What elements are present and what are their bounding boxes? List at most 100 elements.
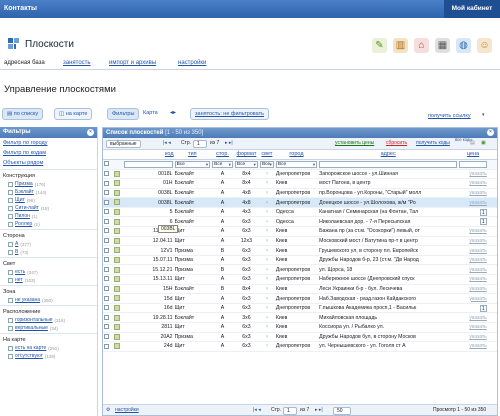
- reset-link[interactable]: сбросить: [386, 140, 407, 146]
- swap-arrows-icon[interactable]: ◂▸: [170, 109, 176, 116]
- row-checkbox[interactable]: [104, 343, 109, 349]
- row-code[interactable]: 5: [123, 207, 174, 218]
- occupancy-filter[interactable]: занятость: не фильтровать: [190, 108, 269, 120]
- table-row[interactable]: 15.13.11 Щит A 6x3 ♀ Днепропетров Набережное ш…: [103, 274, 497, 285]
- filter-option[interactable]: Пилон (1): [0, 212, 97, 220]
- row-checkbox[interactable]: [104, 199, 109, 205]
- calculator-icon[interactable]: ▦: [435, 38, 450, 53]
- table-row[interactable]: 15d Щит A 6x3 ♀ Днепропетров Наб.Заводская - р…: [103, 293, 497, 304]
- my-cabinet-button[interactable]: Мой кабинет: [444, 0, 500, 18]
- row-price-link[interactable]: указать: [469, 257, 486, 263]
- col-address[interactable]: адрес: [318, 150, 459, 160]
- row-code[interactable]: 01Н: [123, 178, 174, 189]
- checklist-icon[interactable]: ✎: [372, 38, 387, 53]
- filter-by-city-link[interactable]: Фильтр по городу: [0, 138, 97, 148]
- city-filter-select[interactable]: Все: [275, 160, 318, 168]
- contacts-tab[interactable]: Контакты: [4, 5, 37, 12]
- export-icon[interactable]: ▣: [481, 140, 486, 146]
- row-price-link[interactable]: указать: [469, 334, 486, 340]
- filter-option[interactable]: А (277): [0, 240, 97, 248]
- row-price[interactable]: 1: [479, 208, 487, 216]
- row-checkbox[interactable]: [104, 228, 109, 234]
- table-row[interactable]: 24d Щит A 6x3 ♀ Днепропетров ул. Чернышевского…: [103, 341, 497, 352]
- page-input[interactable]: 1: [193, 140, 207, 148]
- checkbox[interactable]: [8, 249, 13, 255]
- filter-option[interactable]: вертикальные (34): [0, 324, 97, 332]
- row-price-link[interactable]: указать: [469, 286, 486, 292]
- filter-option[interactable]: Бэклайт (144): [0, 188, 97, 196]
- home-icon[interactable]: ⌂: [414, 38, 429, 53]
- table-row[interactable]: 12.04.11 Щит A 12x3 ♀ Киев Московский мост / В…: [103, 236, 497, 247]
- row-code[interactable]: 0038L: [123, 197, 174, 208]
- first-page-icon[interactable]: |◂ ◂: [163, 140, 171, 146]
- row-checkbox[interactable]: [104, 266, 109, 272]
- nav-occupancy[interactable]: занятость: [63, 60, 91, 66]
- table-row[interactable]: 15Н Бэклайт B 8x4 ♀ Киев Леси Украинки б-р - б…: [103, 284, 497, 295]
- light-filter-select[interactable]: Все: [259, 160, 274, 168]
- row-price-link[interactable]: указать: [469, 238, 486, 244]
- checkbox[interactable]: [8, 345, 13, 351]
- row-price-link[interactable]: указать: [469, 171, 486, 177]
- col-light[interactable]: свет: [258, 150, 275, 160]
- close-list-icon[interactable]: ×: [487, 129, 494, 136]
- checkbox[interactable]: [8, 189, 13, 195]
- filter-option[interactable]: не указана (350): [0, 296, 97, 304]
- filter-option[interactable]: Сити-лайт (18): [0, 204, 97, 212]
- nav-address-base[interactable]: адресная база: [4, 60, 45, 66]
- row-code[interactable]: 0038L: [123, 188, 174, 199]
- table-row[interactable]: 12V1 Призма B 6x3 ♀ Киев Грушевского ул, в сто…: [103, 245, 497, 256]
- row-checkbox[interactable]: [104, 180, 109, 186]
- row-code[interactable]: 12V1: [123, 245, 174, 256]
- close-filters-icon[interactable]: ×: [87, 129, 94, 136]
- row-price-link[interactable]: указать: [469, 248, 486, 254]
- columns-icon[interactable]: ▤: [470, 140, 475, 146]
- table-row[interactable]: 20А2 Призма A 6x3 ♀ Киев Дружбы Народов бул, в…: [103, 332, 497, 343]
- next-page-icon[interactable]: ▸ ▸|: [225, 140, 233, 146]
- row-checkbox[interactable]: [104, 334, 109, 340]
- row-code[interactable]: 15Н: [123, 284, 174, 295]
- filter-option[interactable]: В (73): [0, 248, 97, 256]
- on-map-button[interactable]: ◫ на карте: [54, 108, 93, 120]
- settings-link[interactable]: настройки: [115, 407, 139, 413]
- checkbox[interactable]: [8, 197, 13, 203]
- table-row[interactable]: 0038L Бэклайт A 4x8 ♀ Днепропетров пр.Воронцов…: [103, 188, 497, 199]
- by-list-button[interactable]: ▤ по списку: [2, 108, 44, 120]
- table-row[interactable]: 01Н Бэклайт A 8x4 ♀ Киев мост Патона, в центр у…: [103, 178, 497, 189]
- row-price[interactable]: 1: [479, 218, 487, 226]
- row-checkbox[interactable]: [104, 305, 109, 311]
- col-format[interactable]: формат: [233, 150, 259, 160]
- row-checkbox[interactable]: [104, 170, 109, 176]
- row-price-link[interactable]: указать: [469, 296, 486, 302]
- row-code[interactable]: 2811: [123, 322, 174, 333]
- chart-icon[interactable]: ▥: [393, 38, 408, 53]
- checkbox[interactable]: [8, 317, 13, 323]
- col-code[interactable]: код: [123, 150, 174, 160]
- users-icon[interactable]: ☺: [477, 38, 492, 53]
- checkbox[interactable]: [8, 205, 13, 211]
- table-row[interactable]: 19.28.11 Бэклайт A 3x6 ♀ Киев Михайловская пло…: [103, 312, 497, 323]
- row-price[interactable]: 1: [479, 304, 487, 312]
- row-code[interactable]: 16d: [123, 303, 174, 314]
- select-all-checkbox[interactable]: [104, 161, 109, 167]
- get-link[interactable]: получить ссылку: [428, 113, 471, 119]
- row-price-link[interactable]: указать: [469, 315, 486, 321]
- footer-first-page-icon[interactable]: |◂ ◂: [253, 407, 261, 413]
- row-code[interactable]: 20А2: [123, 332, 174, 343]
- filter-option[interactable]: отсутствуют (139): [0, 352, 97, 360]
- format-filter-select[interactable]: Все: [234, 160, 258, 168]
- nav-settings[interactable]: настройки: [178, 60, 206, 66]
- address-filter-input[interactable]: [319, 160, 458, 168]
- table-row[interactable]: 5 Бэклайт A 4x3 ♀ Одесса Канатная / Семинарска…: [103, 207, 497, 218]
- filter-option[interactable]: горизонтальные (316): [0, 316, 97, 324]
- filter-option[interactable]: Щит (96): [0, 196, 97, 204]
- row-code[interactable]: 15d: [123, 293, 174, 304]
- footer-next-page-icon[interactable]: ▸ ▸|: [315, 407, 323, 413]
- row-price-link[interactable]: указать: [469, 276, 486, 282]
- checkbox[interactable]: [8, 297, 13, 303]
- row-code[interactable]: 15.12.21: [123, 264, 174, 276]
- row-code[interactable]: 24d: [123, 341, 174, 352]
- col-side[interactable]: стор.: [211, 150, 234, 160]
- table-row[interactable]: 15.07.11 Призма A 6x3 ♀ Киев Дружбы Народов б-…: [103, 255, 497, 266]
- checkbox[interactable]: [8, 181, 13, 187]
- checkbox[interactable]: [8, 241, 13, 247]
